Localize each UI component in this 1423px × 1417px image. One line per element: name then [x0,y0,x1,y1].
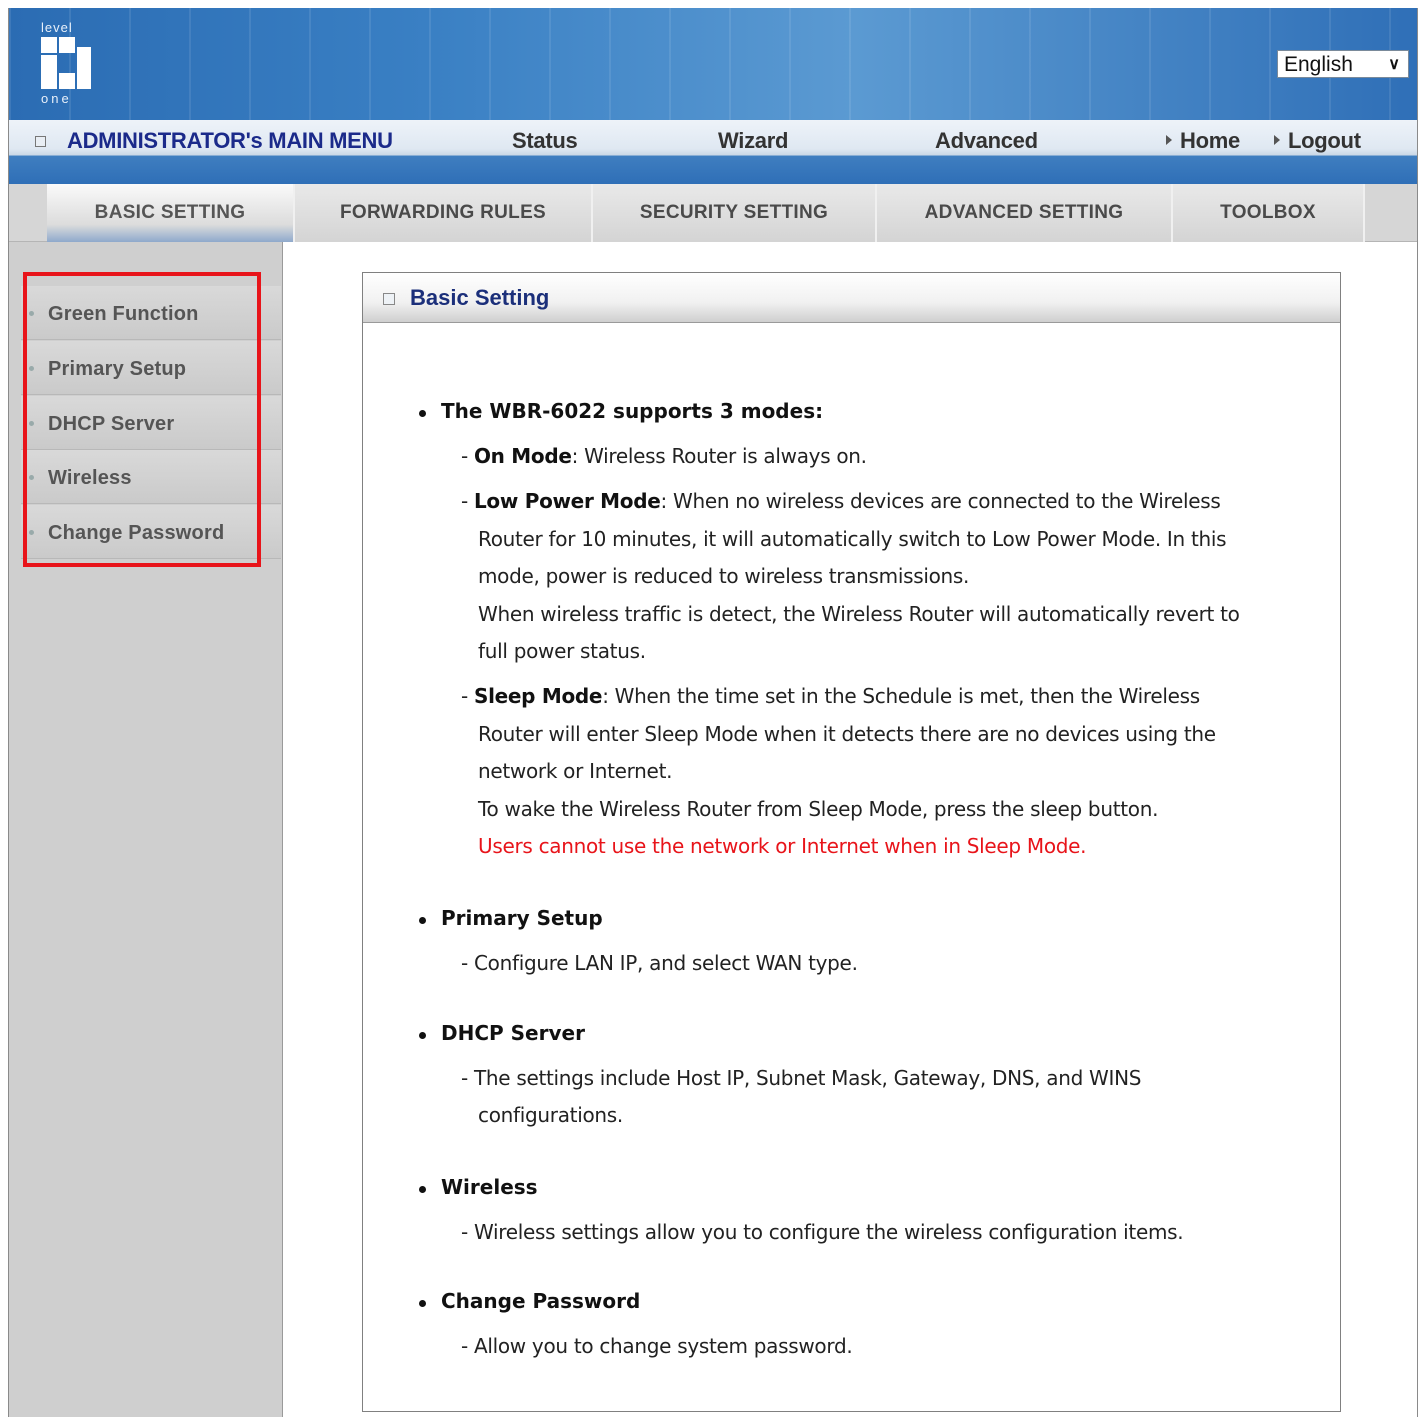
panel-header: Basic Setting [363,273,1340,323]
home-link[interactable]: Home [1166,128,1240,154]
low-power-line-3: mode, power is reduced to wireless trans… [478,564,970,588]
sleep-mode-line-2: Router will enter Sleep Mode when it det… [478,722,1216,746]
sidebar-item-dhcp-server[interactable]: DHCP Server [21,396,281,450]
header-banner: level one English ∨ [9,8,1417,120]
menu-advanced[interactable]: Advanced [935,128,1038,154]
sleep-mode-line-3: network or Internet. [478,759,673,783]
sidebar-item-wireless[interactable]: Wireless [21,450,281,504]
bullet-icon [29,366,34,371]
low-power-line-4: When wireless traffic is detect, the Wir… [478,602,1240,626]
menu-square-icon [35,136,46,147]
low-power-line: - Low Power Mode: When no wireless devic… [461,489,1221,513]
sleep-warning: Users cannot use the network or Internet… [478,834,1087,858]
main-menu-title: ADMINISTRATOR's MAIN MENU [67,128,393,153]
menu-wizard[interactable]: Wizard [718,128,788,154]
bullet-icon [29,530,34,535]
bullet-icon [29,311,34,316]
on-mode-line: - On Mode: Wireless Router is always on. [461,444,867,468]
dhcp-heading: DHCP Server [419,1021,585,1045]
logout-link[interactable]: Logout [1274,128,1361,154]
main-menu-bar: ADMINISTRATOR's MAIN MENU Status Wizard … [9,120,1417,184]
low-power-line-5: full power status. [478,639,646,663]
wireless-text: - Wireless settings allow you to configu… [461,1220,1184,1244]
panel-title: Basic Setting [410,285,550,310]
sleep-mode-line-4: To wake the Wireless Router from Sleep M… [478,797,1159,821]
tab-forwarding-rules[interactable]: FORWARDING RULES [295,184,593,242]
router-admin-window: level one English ∨ ADMINISTRATOR's MAIN… [8,8,1418,1417]
change-password-text: - Allow you to change system password. [461,1334,853,1358]
sidebar-item-green-function[interactable]: Green Function [21,286,281,340]
dhcp-text-2: configurations. [478,1103,623,1127]
bullet-icon [29,475,34,480]
tab-advanced-setting[interactable]: ADVANCED SETTING [877,184,1173,242]
sidebar-item-change-password[interactable]: Change Password [21,505,281,559]
arrow-right-icon [1274,135,1280,145]
low-power-line-2: Router for 10 minutes, it will automatic… [478,527,1227,551]
primary-setup-text: - Configure LAN IP, and select WAN type. [461,951,858,975]
bullet-icon [29,421,34,426]
arrow-right-icon [1166,135,1172,145]
basic-setting-panel: Basic Setting The WBR-6022 supports 3 mo… [362,272,1341,1412]
tab-toolbox[interactable]: TOOLBOX [1173,184,1365,242]
wireless-heading: Wireless [419,1175,538,1199]
language-select[interactable]: English ∨ [1277,50,1409,78]
change-password-heading: Change Password [419,1289,640,1313]
sidebar-item-primary-setup[interactable]: Primary Setup [21,341,281,395]
sidebar: Green Function Primary Setup DHCP Server… [9,242,283,1417]
sleep-mode-line: - Sleep Mode: When the time set in the S… [461,684,1200,708]
dhcp-text: - The settings include Host IP, Subnet M… [461,1066,1142,1090]
tab-basic-setting[interactable]: BASIC SETTING [47,184,295,242]
logo-mark-icon [41,37,95,89]
modes-heading: The WBR-6022 supports 3 modes: [419,399,823,423]
levelone-logo[interactable]: level one [41,20,99,108]
panel-square-icon [383,293,395,305]
primary-setup-heading: Primary Setup [419,906,603,930]
tab-security-setting[interactable]: SECURITY SETTING [593,184,877,242]
chevron-down-icon: ∨ [1388,56,1400,73]
tab-bar: BASIC SETTING FORWARDING RULES SECURITY … [9,184,1417,242]
menu-status[interactable]: Status [512,128,578,154]
